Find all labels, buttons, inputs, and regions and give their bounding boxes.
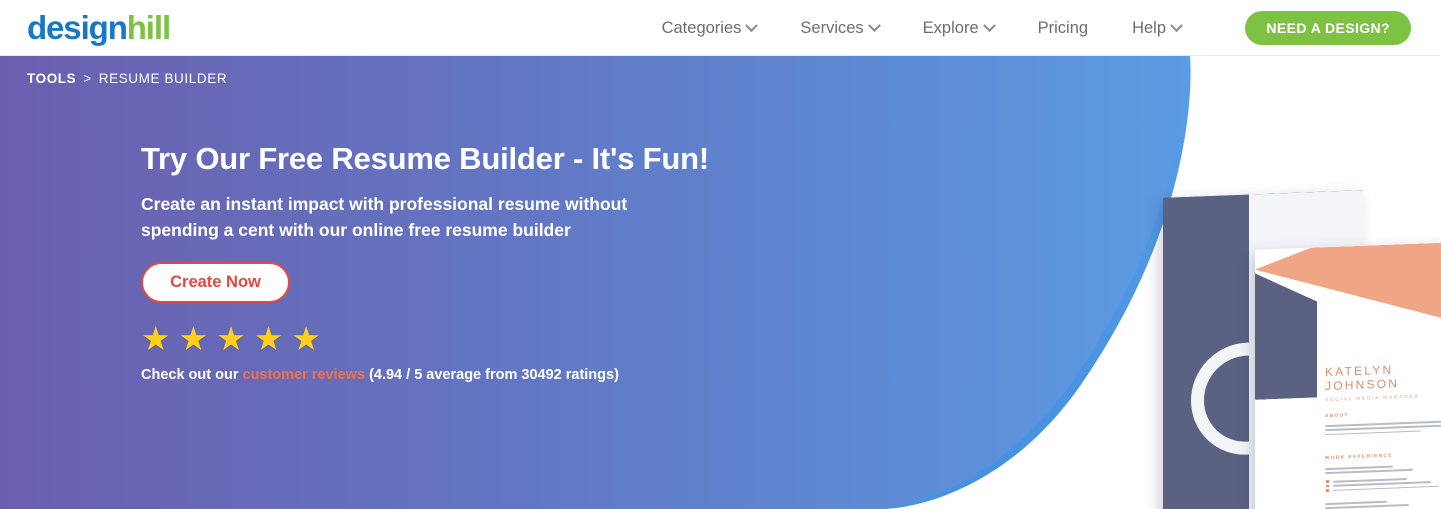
need-a-design-button[interactable]: NEED A DESIGN? [1245,11,1411,45]
chevron-down-icon [1170,18,1183,32]
breadcrumb-resume-builder: RESUME BUILDER [98,71,228,86]
chevron-down-icon [745,18,759,32]
resume-front-name-last: JOHNSON [1325,376,1400,394]
resume-front-section-work-experience: WORK EXPERIENCE [1325,452,1393,461]
page-title: Try Our Free Resume Builder - It's Fun! [141,141,710,176]
nav-item-services[interactable]: Services [778,0,900,56]
star-icon: ★ [291,320,321,357]
nav-item-pricing[interactable]: Pricing [1016,0,1110,56]
breadcrumb-separator: > [83,71,92,86]
resume-front-role: SOCIAL MEDIA MANAGER [1325,393,1420,403]
designhill-logo[interactable]: designhill [27,9,171,47]
nav-item-explore[interactable]: Explore [901,0,1016,56]
hero-subtitle: Create an instant impact with profession… [141,191,627,243]
nav-label-explore: Explore [922,18,979,37]
breadcrumb: TOOLS > RESUME BUILDER [27,71,227,86]
star-rating: ★ ★ ★ ★ ★ [141,322,321,355]
hero-subtitle-line2: spending a cent with our online free res… [141,220,571,240]
chevron-down-icon [867,18,881,32]
nav-label-categories: Categories [661,18,742,37]
resume-front-work-lines-2 [1325,499,1441,509]
reviews-prefix: Check out our [141,367,239,383]
reviews-suffix: (4.94 / 5 average from 30492 ratings) [369,367,619,383]
nav-item-help[interactable]: Help [1110,0,1203,56]
resume-preview-images: PROFESSIONAL SKILLS PERSONAL SKILLS CONT… [1145,56,1441,509]
nav-label-services: Services [800,18,864,37]
customer-reviews-link[interactable]: customer reviews [243,367,366,383]
resume-front-about-lines [1325,420,1441,439]
nav-label-pricing: Pricing [1037,18,1089,37]
main-navigation: Categories Services Explore Pricing Help [640,0,1203,56]
logo-text-design: design [27,9,128,46]
resume-front-work-lines-1 [1325,464,1441,477]
resume-card-front[interactable]: KATELYN JOHNSON SOCIAL MEDIA MANAGER ABO… [1255,242,1441,509]
reviews-line: Check out our customer reviews (4.94 / 5… [141,367,619,383]
hero-subtitle-line1: Create an instant impact with profession… [141,194,628,214]
hero-section: TOOLS > RESUME BUILDER Try Our Free Resu… [0,56,1441,509]
resume-front-name: KATELYN JOHNSON [1325,362,1400,394]
star-icon: ★ [253,320,284,357]
star-icon: ★ [178,320,209,357]
resume-front-work-bullets-1 [1325,477,1441,495]
nav-label-help: Help [1132,18,1166,37]
logo-text-hill: hill [126,9,171,46]
site-header: designhill Categories Services Explore P… [0,0,1441,56]
nav-item-categories[interactable]: Categories [640,0,779,56]
breadcrumb-tools[interactable]: TOOLS [27,71,76,86]
create-now-button[interactable]: Create Now [141,262,290,303]
chevron-down-icon [982,18,996,32]
resume-front-section-about: ABOUT [1325,412,1349,419]
star-icon: ★ [141,320,171,357]
star-icon: ★ [216,320,246,357]
